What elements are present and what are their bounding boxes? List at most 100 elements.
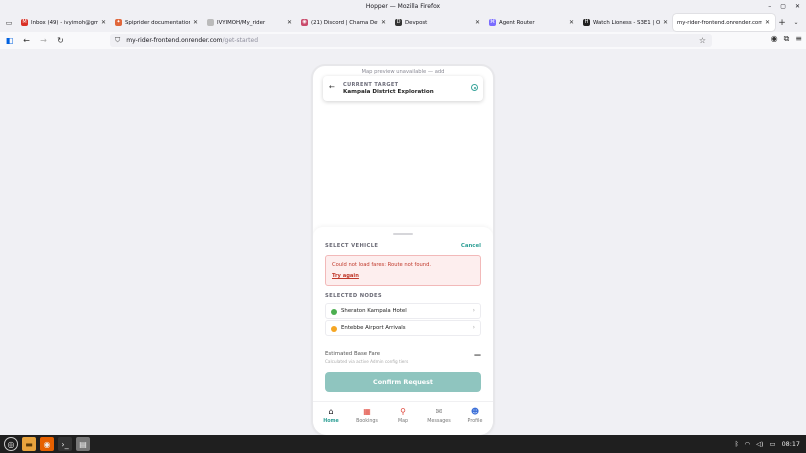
bookmark-star-icon[interactable]: ☆ bbox=[699, 36, 706, 45]
calendar-icon: ▦ bbox=[363, 407, 371, 416]
current-target-title: Kampala District Exploration bbox=[343, 89, 434, 95]
cancel-button[interactable]: Cancel bbox=[461, 243, 481, 249]
nav-label: Map bbox=[397, 419, 409, 424]
back-button[interactable]: ← bbox=[19, 33, 34, 48]
network-manager-icon[interactable]: ▤ bbox=[76, 437, 90, 451]
maximize-icon[interactable]: ▢ bbox=[780, 0, 786, 13]
tab-close-icon[interactable]: ✕ bbox=[381, 19, 386, 26]
node-item-origin[interactable]: Sheraton Kampala Hotel › bbox=[325, 303, 481, 319]
tab-active[interactable]: my-rider-frontend.onrender.com ✕ bbox=[673, 14, 775, 31]
navigation-toolbar: ◧ ← → ↻ ⛉ my-rider-frontend.onrender.com… bbox=[0, 32, 806, 49]
nav-home[interactable]: ⌂ Home bbox=[313, 402, 349, 435]
wifi-icon[interactable]: ◠ bbox=[745, 440, 751, 448]
fare-value: — bbox=[474, 351, 481, 359]
browser-tab[interactable]: H Watch Lioness - S3E1 | Onli ✕ bbox=[579, 14, 673, 31]
page-viewport: Map preview unavailable — add ← CURRENT … bbox=[0, 49, 806, 435]
sidebar-toggle-icon[interactable]: ◧ bbox=[2, 33, 17, 48]
nav-profile[interactable]: ☻ Profile bbox=[457, 402, 493, 435]
map-pin-icon: ⚲ bbox=[400, 407, 406, 416]
tab-strip: ▭ MInbox (49) - ivyimoh@gmail.✕✦Spipride… bbox=[0, 13, 806, 32]
tab-close-icon[interactable]: ✕ bbox=[193, 19, 198, 26]
browser-tab[interactable]: MInbox (49) - ivyimoh@gmail.✕ bbox=[17, 14, 111, 31]
chevron-right-icon: › bbox=[472, 324, 475, 331]
tab-close-icon[interactable]: ✕ bbox=[101, 19, 106, 26]
file-manager-icon[interactable]: ▬ bbox=[22, 437, 36, 451]
devpost-icon: D bbox=[395, 19, 402, 26]
tab-label: Inbox (49) - ivyimoh@gmail. bbox=[31, 19, 98, 26]
nav-bookings[interactable]: ▦ Bookings bbox=[349, 402, 385, 435]
tab-close-icon[interactable]: ✕ bbox=[287, 19, 292, 26]
select-vehicle-heading: SELECT VEHICLE bbox=[325, 243, 379, 249]
nav-messages[interactable]: ✉ Messages bbox=[421, 402, 457, 435]
firefox-icon[interactable]: ◉ bbox=[40, 437, 54, 451]
app-launcher-icon[interactable]: ◎ bbox=[4, 437, 18, 451]
forward-button[interactable]: → bbox=[36, 33, 51, 48]
sheet-drag-handle[interactable] bbox=[393, 233, 413, 235]
window-title: Hopper — Mozilla Firefox bbox=[365, 3, 441, 10]
nav-label: Bookings bbox=[356, 419, 378, 424]
tab-label: (21) Discord | Chama Devs bbox=[311, 19, 378, 26]
url-path: /get-started bbox=[222, 37, 259, 44]
browser-tab[interactable]: D Devpost ✕ bbox=[391, 14, 485, 31]
account-icon[interactable]: ◉ bbox=[771, 34, 778, 44]
menu-icon[interactable]: ≡ bbox=[795, 34, 802, 44]
terminal-icon[interactable]: ›_ bbox=[58, 437, 72, 451]
tab-list-icon[interactable]: ▭ bbox=[1, 13, 17, 32]
clock[interactable]: 08:17 bbox=[782, 440, 800, 448]
nav-map[interactable]: ⚲ Map bbox=[385, 402, 421, 435]
tab-close-icon[interactable]: ✕ bbox=[475, 19, 480, 26]
vehicle-bottom-sheet: SELECT VEHICLE Cancel Could not load far… bbox=[313, 227, 493, 435]
mobile-app-frame: Map preview unavailable — add ← CURRENT … bbox=[313, 66, 493, 435]
map-preview-note: Map preview unavailable — add bbox=[361, 69, 445, 75]
tab-close-icon[interactable]: ✕ bbox=[765, 19, 770, 26]
hianime-icon: H bbox=[583, 19, 590, 26]
bluetooth-icon[interactable]: ᛒ bbox=[735, 440, 739, 448]
browser-tab[interactable]: ⌘ Agent Router ✕ bbox=[485, 14, 579, 31]
battery-icon[interactable]: ▭ bbox=[770, 440, 776, 448]
destination-dot-icon bbox=[331, 326, 337, 332]
tab-label: Watch Lioness - S3E1 | Onli bbox=[593, 19, 660, 26]
tab-label: Devpost bbox=[405, 19, 428, 26]
bottom-navigation: ⌂ Home ▦ Bookings ⚲ Map ✉ Messages ☻ Pro… bbox=[313, 401, 493, 435]
back-arrow-icon[interactable]: ← bbox=[329, 83, 335, 91]
minimize-icon[interactable]: – bbox=[768, 0, 771, 13]
url-host: my-rider-frontend.onrender.com bbox=[126, 37, 223, 44]
browser-tab[interactable]: ◉ (21) Discord | Chama Devs ✕ bbox=[297, 14, 391, 31]
url-bar[interactable]: ⛉ my-rider-frontend.onrender.com/get-sta… bbox=[110, 34, 712, 47]
extensions-icon[interactable]: ⧉ bbox=[784, 34, 790, 44]
selected-nodes-heading: SELECTED NODES bbox=[325, 293, 383, 299]
tracking-shield-icon[interactable]: ⛉ bbox=[115, 36, 120, 45]
close-window-icon[interactable]: ✕ bbox=[795, 0, 800, 13]
origin-dot-icon bbox=[331, 309, 337, 315]
browser-tab[interactable]: IVYIMOH/My_rider ✕ bbox=[203, 14, 297, 31]
tab-label: IVYIMOH/My_rider bbox=[217, 19, 266, 26]
node-label: Sheraton Kampala Hotel bbox=[341, 308, 407, 314]
tab-label: Spiprider documentation fo bbox=[125, 19, 190, 26]
tab-overflow-chevron-icon[interactable]: ⌄ bbox=[789, 19, 803, 26]
nav-label: Home bbox=[323, 419, 339, 424]
nav-label: Profile bbox=[467, 419, 483, 424]
error-message: Could not load fares: Route not found. bbox=[332, 262, 432, 268]
new-tab-button[interactable]: + bbox=[775, 18, 789, 28]
reload-button[interactable]: ↻ bbox=[53, 33, 68, 48]
node-label: Entebbe Airport Arrivals bbox=[341, 325, 406, 331]
gmail-icon: M bbox=[21, 19, 28, 26]
chevron-right-icon: › bbox=[472, 307, 475, 314]
window-titlebar: Hopper — Mozilla Firefox – ▢ ✕ bbox=[0, 0, 806, 13]
browser-tab[interactable]: ✦Spiprider documentation fo✕ bbox=[111, 14, 203, 31]
tab-close-icon[interactable]: ✕ bbox=[569, 19, 574, 26]
discord-icon: ◉ bbox=[301, 19, 308, 26]
target-locate-icon[interactable] bbox=[471, 84, 478, 91]
fare-label: Estimated Base Fare bbox=[325, 351, 381, 357]
error-alert: Could not load fares: Route not found. T… bbox=[325, 255, 481, 286]
tab-close-icon[interactable]: ✕ bbox=[663, 19, 668, 26]
node-item-destination[interactable]: Entebbe Airport Arrivals › bbox=[325, 320, 481, 336]
confirm-request-button[interactable]: Confirm Request bbox=[325, 372, 481, 392]
fare-subtitle: Calculated via active Admin config tiers bbox=[325, 359, 409, 364]
docs-icon: ✦ bbox=[115, 19, 122, 26]
try-again-link[interactable]: Try again bbox=[332, 273, 359, 279]
nav-label: Messages bbox=[427, 419, 451, 424]
volume-icon[interactable]: ◁) bbox=[756, 440, 763, 448]
current-target-label: CURRENT TARGET bbox=[343, 82, 399, 88]
profile-icon: ☻ bbox=[470, 407, 480, 416]
